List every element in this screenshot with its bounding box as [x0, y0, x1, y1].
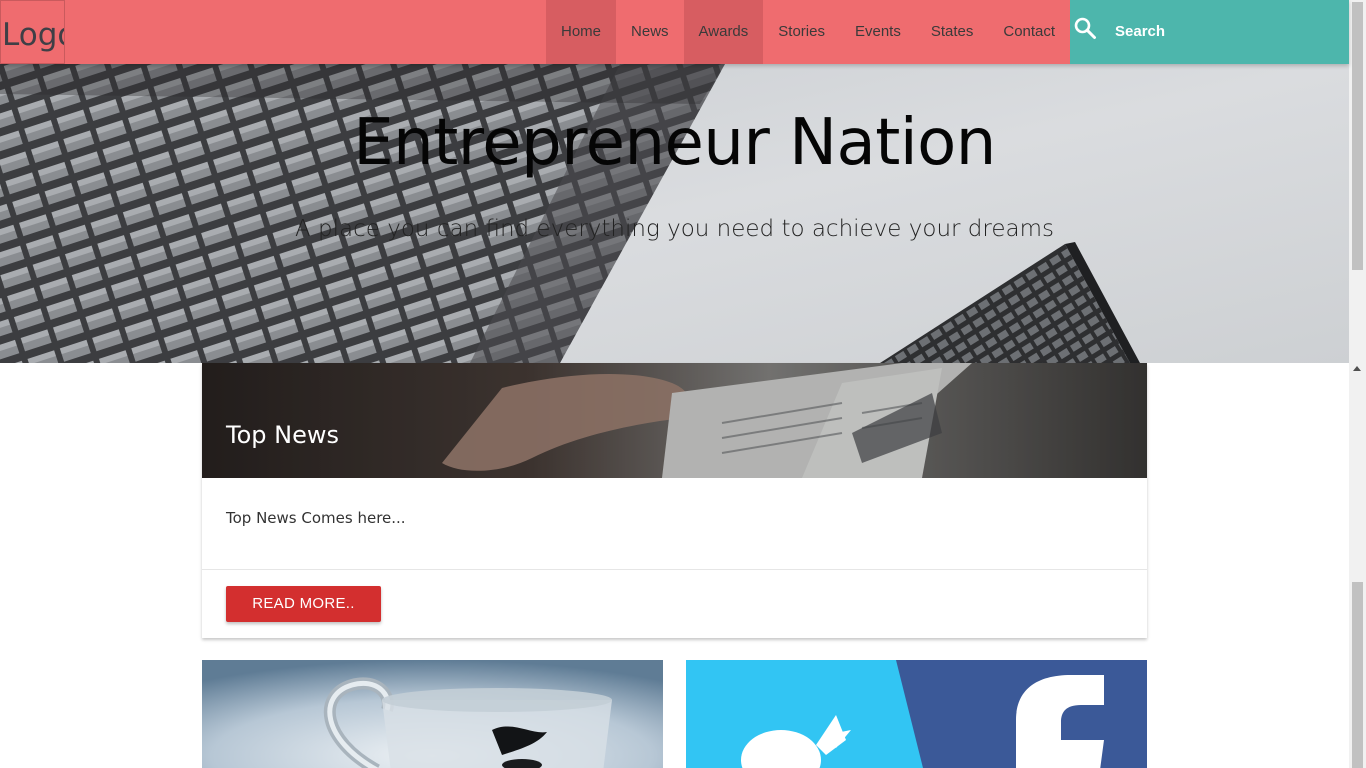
- nav-item-events[interactable]: Events: [840, 0, 916, 64]
- nav-item-home[interactable]: Home: [546, 0, 617, 64]
- scrollbar-thumb-top[interactable]: [1352, 2, 1363, 270]
- scrollbar[interactable]: [1349, 0, 1366, 768]
- awards-card[interactable]: [202, 660, 663, 768]
- nav-item-news[interactable]: News: [616, 0, 684, 64]
- scroll-up-arrow-icon[interactable]: [1353, 366, 1361, 371]
- page: Logo Home News Awards Stories Events Sta…: [0, 0, 1366, 768]
- search-input[interactable]: Search: [1070, 0, 1349, 64]
- hero-banner: Entrepreneur Nation A place you can find…: [0, 64, 1349, 363]
- nav-item-stories[interactable]: Stories: [763, 0, 840, 64]
- hero-subtitle: A place you can find everything you need…: [295, 216, 1054, 242]
- social-card[interactable]: [686, 660, 1147, 768]
- nav-item-awards[interactable]: Awards: [683, 0, 764, 64]
- search-label: Search: [1115, 23, 1166, 40]
- top-news-content: Top News Comes here...: [226, 509, 406, 527]
- trophy-image: [202, 660, 663, 768]
- card-divider: [202, 569, 1147, 570]
- top-news-card: Top News Top News Comes here... READ MOR…: [202, 363, 1147, 638]
- newspaper-photo: [202, 363, 1147, 478]
- top-news-image: Top News: [202, 363, 1147, 478]
- hero-title: Entrepreneur Nation: [353, 106, 996, 180]
- scrollbar-thumb[interactable]: [1352, 582, 1363, 768]
- search-icon[interactable]: [1073, 16, 1097, 40]
- nav-menu: Home News Awards Stories Events States C…: [546, 0, 1070, 64]
- logo[interactable]: Logo: [0, 0, 65, 64]
- nav-item-contact[interactable]: Contact: [988, 0, 1070, 64]
- top-navbar: Logo Home News Awards Stories Events Sta…: [0, 0, 1349, 64]
- top-news-title: Top News: [226, 421, 339, 449]
- nav-item-states[interactable]: States: [916, 0, 989, 64]
- social-media-image: [686, 660, 1147, 768]
- read-more-button[interactable]: READ MORE..: [226, 586, 381, 622]
